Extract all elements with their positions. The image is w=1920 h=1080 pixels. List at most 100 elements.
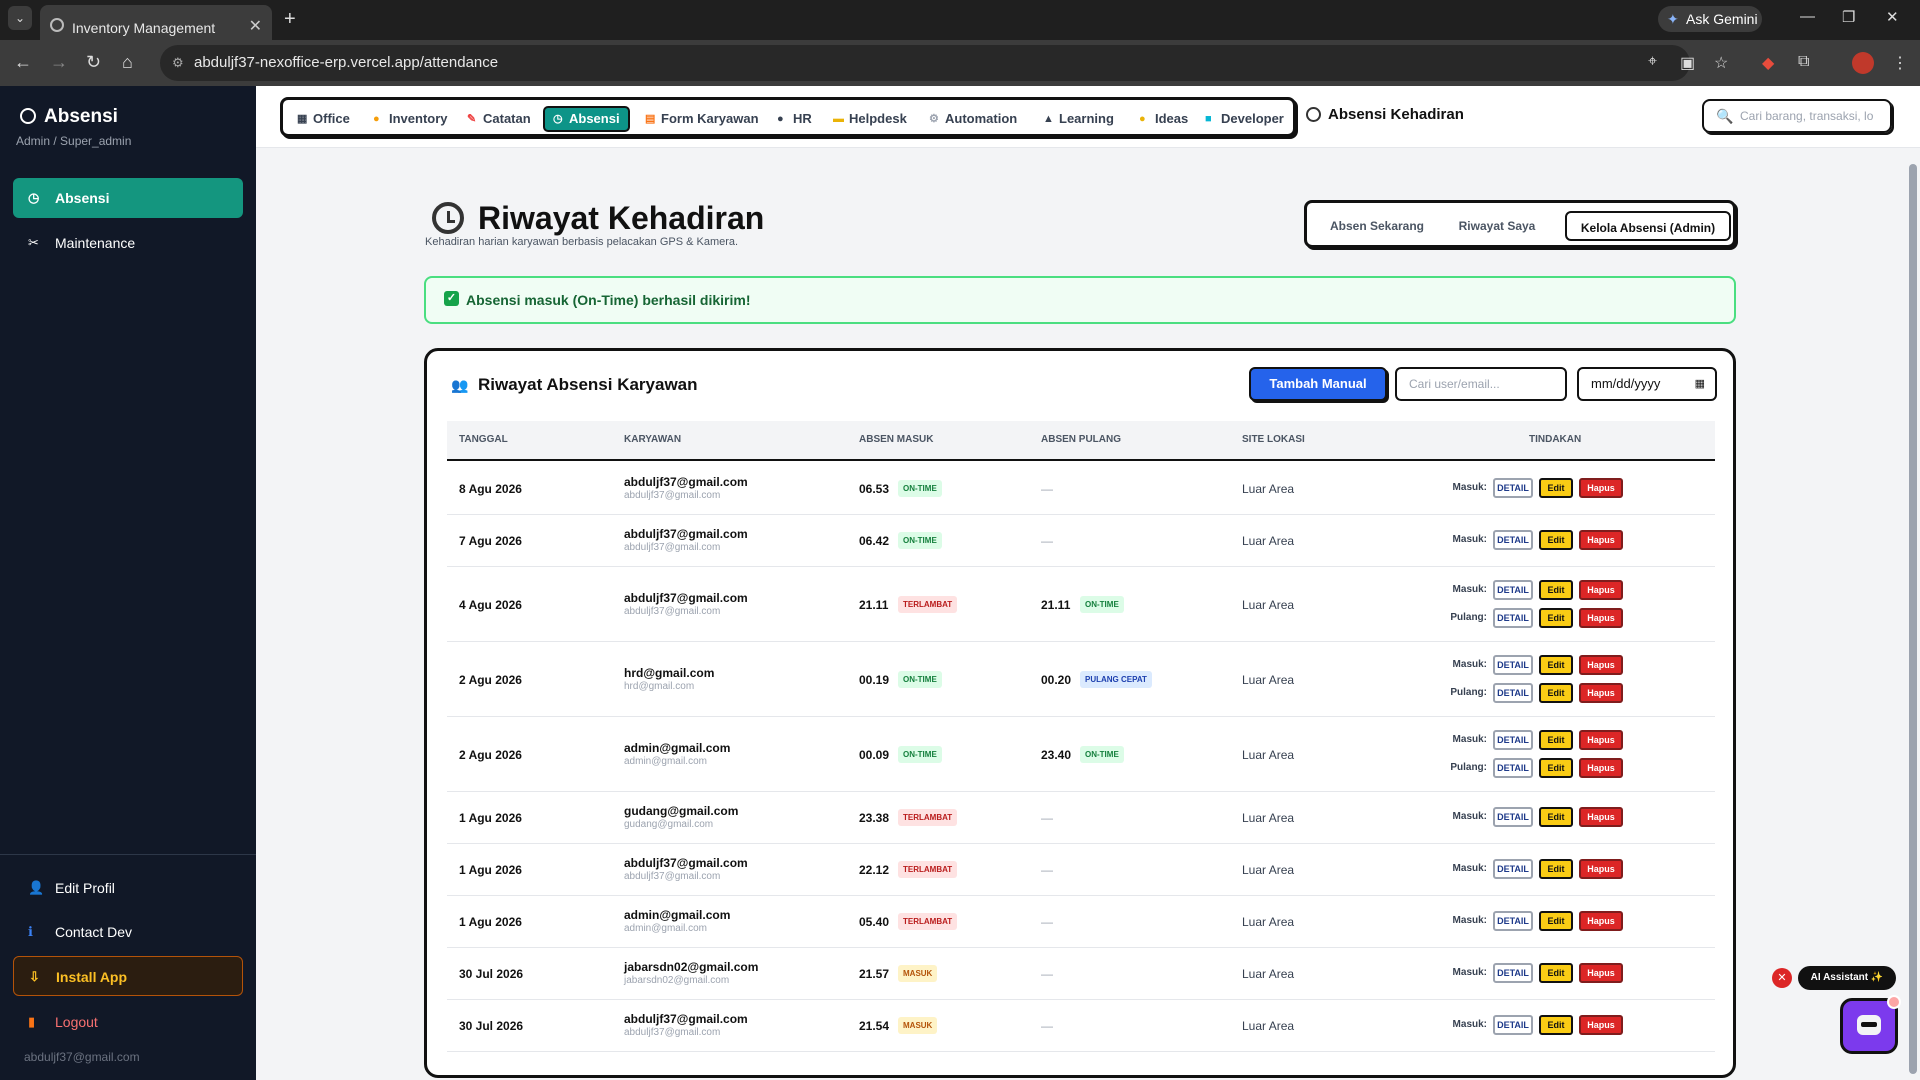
- calendar-icon[interactable]: ▦: [1695, 369, 1705, 399]
- detail-button[interactable]: DETAIL: [1493, 807, 1533, 827]
- detail-button[interactable]: DETAIL: [1493, 682, 1533, 703]
- nav-office[interactable]: ▦ Office: [297, 108, 350, 130]
- close-window-icon[interactable]: ✕: [1886, 8, 1899, 26]
- new-tab-icon[interactable]: +: [284, 8, 296, 31]
- delete-button[interactable]: Hapus: [1579, 729, 1623, 750]
- sidebar-item-label: Logout: [55, 1014, 98, 1030]
- extension-icon[interactable]: ◆: [1762, 53, 1774, 73]
- location-icon[interactable]: ⌖: [1648, 53, 1657, 71]
- detail-button[interactable]: DETAIL: [1493, 757, 1533, 778]
- edit-button[interactable]: Edit: [1539, 807, 1573, 827]
- nav-absensi[interactable]: ◷ Absensi: [543, 106, 630, 132]
- tab-kelola-absensi[interactable]: Kelola Absensi (Admin): [1565, 211, 1731, 241]
- edit-button[interactable]: Edit: [1539, 729, 1573, 750]
- home-icon[interactable]: ⌂: [122, 52, 133, 73]
- address-bar[interactable]: ⚙ abduljf37-nexoffice-erp.vercel.app/att…: [160, 45, 1690, 81]
- delete-button[interactable]: Hapus: [1579, 607, 1623, 628]
- cast-icon[interactable]: ▣: [1680, 53, 1695, 73]
- detail-button[interactable]: DETAIL: [1493, 654, 1533, 675]
- edit-button[interactable]: Edit: [1539, 530, 1573, 550]
- edit-button[interactable]: Edit: [1539, 682, 1573, 703]
- minimize-icon[interactable]: —: [1800, 8, 1815, 25]
- action-label: Masuk:: [1452, 658, 1487, 670]
- add-manual-button[interactable]: Tambah Manual: [1249, 367, 1387, 401]
- row-out-empty: —: [1041, 1019, 1053, 1033]
- delete-button[interactable]: Hapus: [1579, 1015, 1623, 1035]
- profile-avatar[interactable]: [1852, 52, 1874, 74]
- detail-button[interactable]: DETAIL: [1493, 963, 1533, 983]
- global-search-input[interactable]: 🔍 Cari barang, transaksi, lo: [1702, 99, 1892, 133]
- delete-button[interactable]: Hapus: [1579, 654, 1623, 675]
- delete-button[interactable]: Hapus: [1579, 911, 1623, 931]
- delete-button[interactable]: Hapus: [1579, 579, 1623, 600]
- puzzle-icon[interactable]: ⧉: [1798, 53, 1809, 71]
- detail-button[interactable]: DETAIL: [1493, 530, 1533, 550]
- sidebar-item-absensi[interactable]: ◷ Absensi: [13, 178, 243, 218]
- nav-ideas[interactable]: ● Ideas: [1139, 108, 1188, 130]
- delete-button[interactable]: Hapus: [1579, 682, 1623, 703]
- row-date: 1 Agu 2026: [459, 915, 522, 929]
- row-out-empty: —: [1041, 915, 1053, 929]
- date-filter-input[interactable]: mm/dd/yyyy ▦: [1577, 367, 1717, 401]
- edit-button[interactable]: Edit: [1539, 911, 1573, 931]
- detail-button[interactable]: DETAIL: [1493, 911, 1533, 931]
- detail-button[interactable]: DETAIL: [1493, 579, 1533, 600]
- menu-icon[interactable]: ⋮: [1892, 53, 1908, 73]
- tab-riwayat-saya[interactable]: Riwayat Saya: [1447, 211, 1547, 241]
- tab-search-icon[interactable]: ⌄: [8, 6, 32, 30]
- nav-automation[interactable]: ⚙ Automation: [929, 108, 1017, 130]
- delete-button[interactable]: Hapus: [1579, 478, 1623, 498]
- forward-icon[interactable]: →: [50, 52, 68, 73]
- scrollbar-thumb[interactable]: [1909, 164, 1917, 1074]
- nav-helpdesk[interactable]: ▬ Helpdesk: [833, 108, 907, 130]
- delete-button[interactable]: Hapus: [1579, 963, 1623, 983]
- edit-button[interactable]: Edit: [1539, 757, 1573, 778]
- card-title: 👥 Riwayat Absensi Karyawan: [451, 375, 698, 395]
- detail-button[interactable]: DETAIL: [1493, 1015, 1533, 1035]
- bookmark-star-icon[interactable]: ☆: [1714, 53, 1728, 73]
- nav-form-karyawan[interactable]: ▤ Form Karyawan: [645, 108, 759, 130]
- tab-absen-sekarang[interactable]: Absen Sekarang: [1317, 211, 1437, 241]
- table-header: TANGGAL KARYAWAN ABSEN MASUK ABSEN PULAN…: [447, 421, 1715, 461]
- nav-developer[interactable]: ■ Developer: [1205, 108, 1284, 130]
- edit-button[interactable]: Edit: [1539, 579, 1573, 600]
- sidebar-item-contact-dev[interactable]: ℹ Contact Dev: [13, 912, 243, 952]
- reload-icon[interactable]: ↻: [86, 52, 101, 73]
- nav-inventory[interactable]: ● Inventory: [373, 108, 448, 130]
- site-info-icon[interactable]: ⚙: [172, 45, 184, 81]
- sidebar-item-edit-profile[interactable]: 👤 Edit Profil: [13, 868, 243, 908]
- nav-catatan[interactable]: ✎ Catatan: [467, 108, 531, 130]
- back-icon[interactable]: ←: [14, 52, 32, 73]
- detail-button[interactable]: DETAIL: [1493, 478, 1533, 498]
- close-assistant-icon[interactable]: ✕: [1772, 968, 1792, 988]
- browser-tab[interactable]: Inventory Management ✕: [40, 5, 272, 40]
- edit-button[interactable]: Edit: [1539, 478, 1573, 498]
- ai-assistant-button[interactable]: [1840, 995, 1901, 1054]
- edit-button[interactable]: Edit: [1539, 859, 1573, 879]
- install-app-button[interactable]: ⇩ Install App: [13, 956, 243, 996]
- edit-button[interactable]: Edit: [1539, 1015, 1573, 1035]
- edit-button[interactable]: Edit: [1539, 963, 1573, 983]
- sidebar-item-maintenance[interactable]: ✂ Maintenance: [13, 223, 243, 263]
- row-site: Luar Area: [1242, 915, 1295, 929]
- detail-button[interactable]: DETAIL: [1493, 859, 1533, 879]
- detail-button[interactable]: DETAIL: [1493, 607, 1533, 628]
- edit-button[interactable]: Edit: [1539, 654, 1573, 675]
- detail-button[interactable]: DETAIL: [1493, 729, 1533, 750]
- close-tab-icon[interactable]: ✕: [249, 16, 262, 36]
- ai-assistant-label[interactable]: AI Assistant ✨: [1798, 966, 1896, 990]
- ask-gemini-button[interactable]: Ask Gemini: [1658, 6, 1762, 32]
- col-tanggal: TANGGAL: [459, 434, 508, 445]
- restore-icon[interactable]: ❐: [1842, 8, 1855, 26]
- logout-button[interactable]: ▮ Logout: [13, 1002, 243, 1042]
- clock-icon: ◷: [28, 190, 40, 205]
- user-search-input[interactable]: Cari user/email...: [1395, 367, 1567, 401]
- delete-button[interactable]: Hapus: [1579, 757, 1623, 778]
- delete-button[interactable]: Hapus: [1579, 530, 1623, 550]
- edit-button[interactable]: Edit: [1539, 607, 1573, 628]
- delete-button[interactable]: Hapus: [1579, 859, 1623, 879]
- nav-hr[interactable]: ● HR: [777, 108, 812, 130]
- table-row: 2 Agu 2026 admin@gmail.com admin@gmail.com…: [447, 717, 1715, 792]
- nav-learning[interactable]: ▲ Learning: [1043, 108, 1114, 130]
- delete-button[interactable]: Hapus: [1579, 807, 1623, 827]
